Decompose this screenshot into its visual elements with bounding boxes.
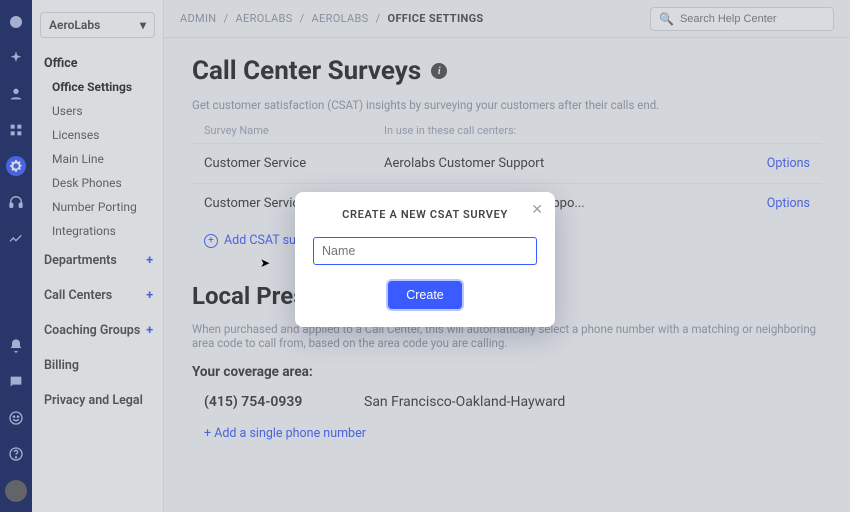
survey-name-input[interactable] <box>313 237 537 265</box>
close-icon[interactable]: ✕ <box>531 202 543 218</box>
modal-overlay[interactable]: ✕ CREATE A NEW CSAT SURVEY Create <box>0 0 850 512</box>
create-button[interactable]: Create <box>388 281 462 309</box>
modal-title: CREATE A NEW CSAT SURVEY <box>313 208 537 221</box>
create-csat-modal: ✕ CREATE A NEW CSAT SURVEY Create <box>295 192 555 327</box>
